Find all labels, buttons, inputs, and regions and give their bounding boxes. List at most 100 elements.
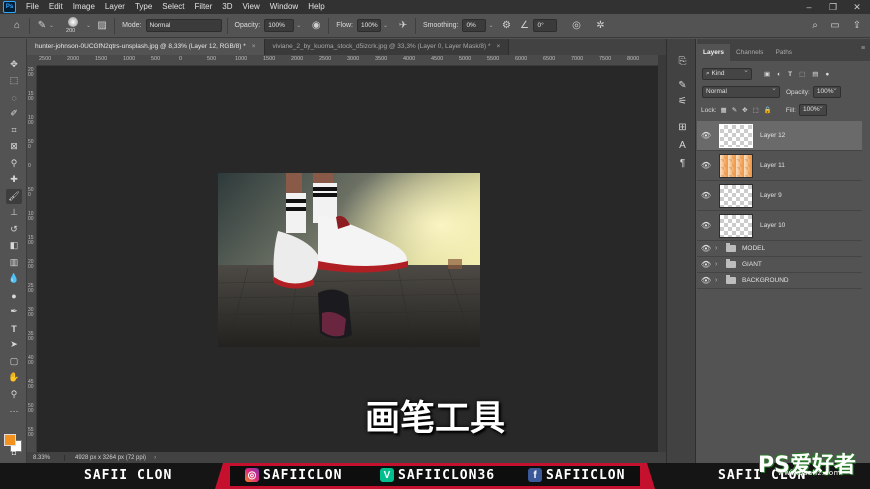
filter-shape-icon[interactable]: ⬚ (799, 70, 805, 78)
marquee-icon[interactable]: ⬚ (6, 73, 22, 88)
menu-file[interactable]: File (21, 0, 44, 14)
quick-mask-icon[interactable]: ◘ (6, 446, 22, 461)
close-icon[interactable]: × (252, 43, 256, 50)
lasso-icon[interactable]: ◌ (6, 90, 22, 105)
chevron-right-icon[interactable]: › (715, 277, 723, 284)
stamp-icon[interactable]: ⊥ (6, 205, 22, 220)
type-icon[interactable]: T (6, 321, 22, 336)
filter-smart-object-icon[interactable]: ▤ (812, 70, 818, 78)
menu-view[interactable]: View (238, 0, 265, 14)
menu-edit[interactable]: Edit (44, 0, 68, 14)
chevron-right-icon[interactable]: › (715, 261, 723, 268)
brush-preset-icon[interactable]: ✎ (35, 19, 49, 33)
brush-settings-icon[interactable]: ▨ (95, 19, 109, 33)
menu-help[interactable]: Help (303, 0, 329, 14)
foreground-color-swatch[interactable] (4, 434, 16, 446)
brush-panel-icon[interactable]: ✎ (676, 79, 689, 92)
eye-icon[interactable]: 👁 (697, 161, 715, 170)
share-icon[interactable]: ⇪ (850, 19, 864, 33)
tab-hunter-johnson[interactable]: hunter-johnson-0UCGfN2qtrs-unsplash.jpg … (27, 39, 265, 55)
search-icon[interactable]: ⌕ (808, 19, 822, 33)
angle-field[interactable]: 0° (533, 19, 558, 32)
rectangle-icon[interactable]: ▢ (6, 354, 22, 369)
panel-menu-icon[interactable]: ≡ (861, 45, 865, 52)
tab-paths[interactable]: Paths (769, 44, 798, 61)
layer-row-12[interactable]: 👁 Layer 12 (697, 121, 862, 151)
group-row-giant[interactable]: 👁 › GIANT (697, 257, 862, 273)
vertical-scrollbar[interactable] (658, 55, 666, 452)
gradient-icon[interactable]: ▥ (6, 255, 22, 270)
pen-icon[interactable]: ✒ (6, 304, 22, 319)
close-icon[interactable]: × (497, 43, 501, 50)
tab-layers[interactable]: Layers (697, 44, 730, 61)
workspace-icon[interactable]: ▭ (828, 19, 842, 33)
lock-artboard-icon[interactable]: ⬚ (753, 106, 759, 114)
healing-icon[interactable]: ✚ (6, 172, 22, 187)
eyedropper-icon[interactable]: ⚲ (6, 156, 22, 171)
eye-icon[interactable]: 👁 (697, 221, 715, 230)
group-row-background[interactable]: 👁 › BACKGROUND (697, 273, 862, 289)
gear-icon[interactable]: ⚙ (499, 19, 513, 33)
restore-icon[interactable]: ❐ (822, 0, 844, 14)
lock-position-icon[interactable]: ✥ (742, 106, 747, 114)
menu-window[interactable]: Window (265, 0, 303, 14)
tab-viviane[interactable]: viviane_2_by_kuoma_stock_d5izcrk.jpg @ 3… (264, 39, 510, 55)
filter-kind-select[interactable]: ⌕ Kind (702, 66, 752, 80)
move-icon[interactable]: ✥ (6, 57, 22, 72)
close-icon[interactable]: ✕ (846, 0, 868, 14)
eye-icon[interactable]: 👁 (697, 191, 715, 200)
adjustments-panel-icon[interactable]: ⚟ (676, 95, 689, 108)
pressure-opacity-icon[interactable]: ◉ (309, 19, 323, 33)
crop-icon[interactable]: ⌗ (6, 123, 22, 138)
chevron-right-icon[interactable]: › (715, 245, 723, 252)
eye-icon[interactable]: 👁 (697, 244, 715, 253)
blend-mode-select[interactable]: Normal (702, 84, 780, 98)
filter-pixel-icon[interactable]: ▣ (764, 70, 770, 78)
layer-row-10[interactable]: 👁 Layer 10 (697, 211, 862, 241)
opacity-field[interactable]: 100% (264, 19, 295, 32)
layer-row-9[interactable]: 👁 Layer 9 (697, 181, 862, 211)
lock-image-icon[interactable]: ✎ (732, 106, 737, 114)
fill-field[interactable]: 100% (798, 102, 827, 116)
menu-filter[interactable]: Filter (190, 0, 218, 14)
airbrush-icon[interactable]: ✈ (396, 19, 410, 33)
dodge-icon[interactable]: ● (6, 288, 22, 303)
lock-transparent-icon[interactable]: ▦ (721, 106, 727, 114)
more-tools-icon[interactable]: ··· (6, 403, 22, 418)
history-brush-icon[interactable]: ↺ (6, 222, 22, 237)
flow-field[interactable]: 100% (356, 19, 381, 32)
menu-layer[interactable]: Layer (100, 0, 130, 14)
chevron-right-icon[interactable]: › (154, 455, 156, 461)
tab-channels[interactable]: Channels (730, 44, 769, 61)
frame-icon[interactable]: ⊠ (6, 139, 22, 154)
eye-icon[interactable]: 👁 (697, 276, 715, 285)
layer-opacity-field[interactable]: 100% (812, 84, 841, 98)
blur-icon[interactable]: 💧 (6, 271, 22, 286)
libraries-panel-icon[interactable]: ⊞ (676, 121, 689, 134)
menu-3d[interactable]: 3D (217, 0, 237, 14)
filter-type-icon[interactable]: T (788, 71, 792, 78)
eye-icon[interactable]: 👁 (697, 131, 715, 140)
history-panel-icon[interactable]: ⎘ (676, 55, 689, 68)
paragraph-panel-icon[interactable]: ¶ (676, 157, 689, 170)
chevron-down-icon[interactable]: ⌄ (49, 22, 54, 29)
layer-row-11[interactable]: 👁 Layer 11 (697, 151, 862, 181)
chevron-down-icon[interactable]: ⌄ (86, 22, 91, 29)
lock-all-icon[interactable]: 🔒 (764, 106, 772, 114)
symmetry-icon[interactable]: ✲ (593, 19, 607, 33)
path-select-icon[interactable]: ➤ (6, 337, 22, 352)
pressure-size-icon[interactable]: ◎ (569, 19, 583, 33)
quick-select-icon[interactable]: ✐ (6, 106, 22, 121)
mode-select[interactable]: Normal (145, 19, 222, 32)
menu-image[interactable]: Image (68, 0, 100, 14)
hand-icon[interactable]: ✋ (6, 370, 22, 385)
home-icon[interactable]: ⌂ (10, 19, 24, 33)
group-row-model[interactable]: 👁 › MODEL (697, 241, 862, 257)
eraser-icon[interactable]: ◧ (6, 238, 22, 253)
brush-size-picker[interactable]: 200 (60, 15, 86, 37)
chevron-down-icon[interactable]: ⌄ (296, 22, 301, 29)
brush-icon[interactable]: 🖌 (6, 189, 22, 204)
filter-toggle-icon[interactable]: ● (825, 71, 829, 78)
filter-adjustment-icon[interactable]: ◐ (777, 71, 781, 78)
zoom-icon[interactable]: ⚲ (6, 387, 22, 402)
